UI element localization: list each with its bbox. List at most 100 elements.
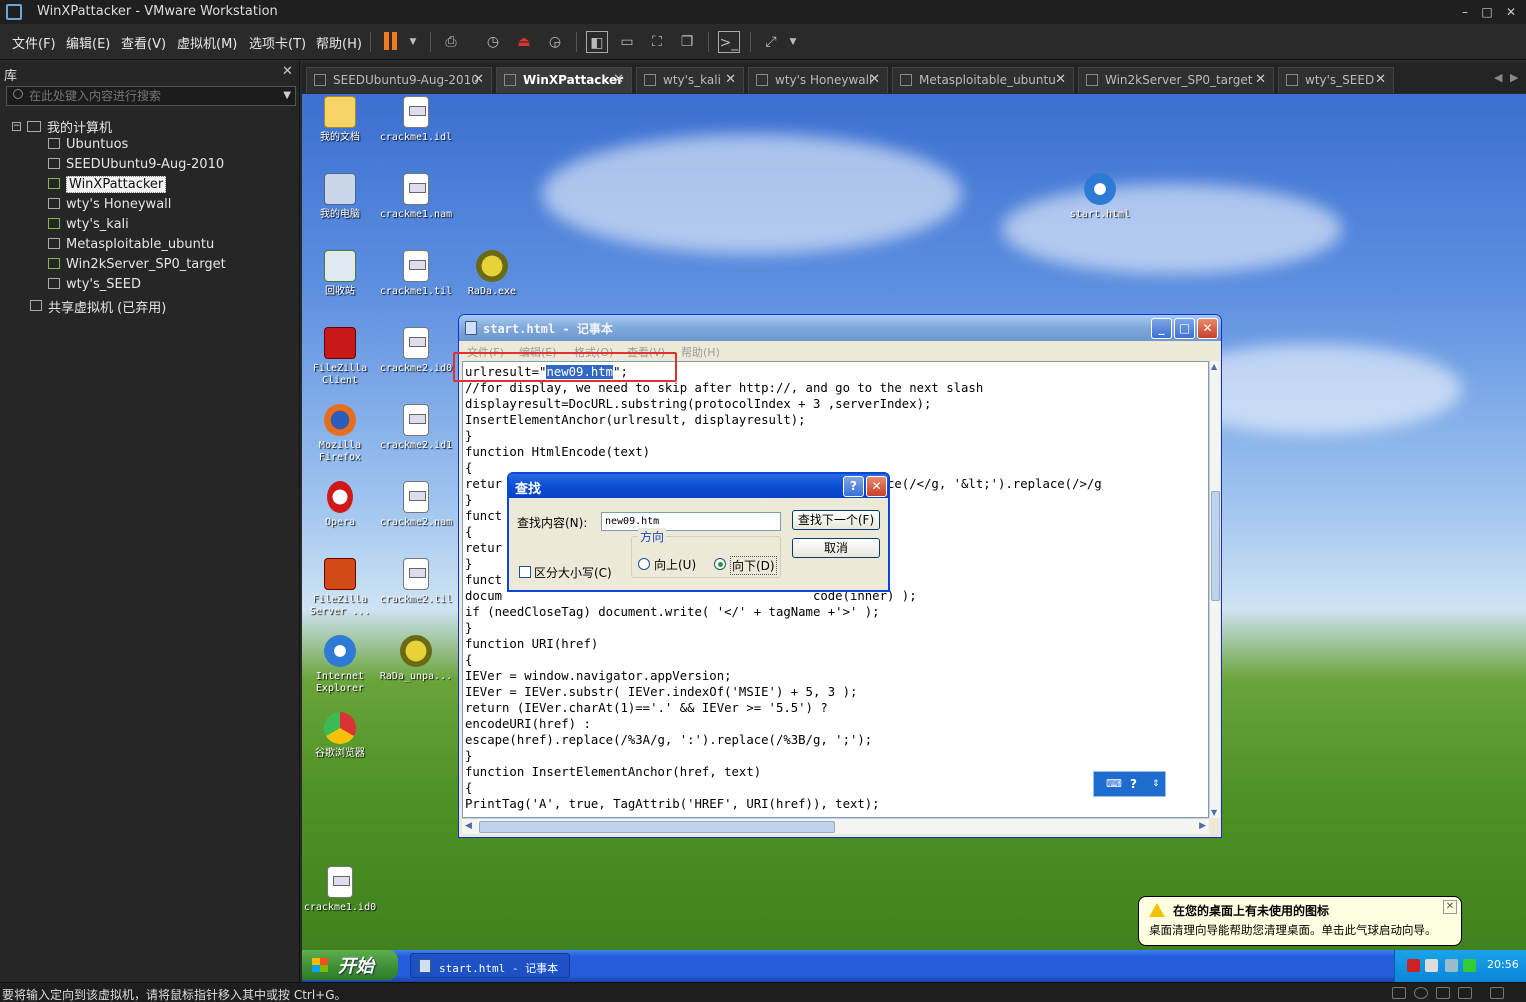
- tab-close-icon[interactable]: ✕: [869, 72, 880, 87]
- tab-close-icon[interactable]: ✕: [725, 72, 736, 87]
- cancel-button[interactable]: 取消: [792, 538, 880, 558]
- direction-up-radio[interactable]: [638, 558, 650, 570]
- menu-tabs[interactable]: 选项卡(T): [249, 33, 306, 52]
- tab-close-icon[interactable]: ✕: [1255, 72, 1266, 87]
- tab-honeywall[interactable]: wty's Honeywall ✕: [748, 67, 888, 93]
- match-case-checkbox[interactable]: [519, 566, 531, 578]
- scroll-right-icon[interactable]: ▶: [1199, 821, 1206, 831]
- taskbar-item-notepad[interactable]: start.html - 记事本: [410, 953, 570, 978]
- desktop-icon-rada-exe[interactable]: RaDa.exe: [452, 250, 532, 298]
- tab-winxpattacker[interactable]: WinXPattacker ✕: [496, 67, 632, 93]
- close-icon[interactable]: ✕: [866, 476, 887, 497]
- tree-vm-seed[interactable]: wty's_SEED: [48, 277, 141, 297]
- network-icon[interactable]: [1425, 959, 1438, 972]
- desktop-icon-firefox[interactable]: Mozilla Firefox: [302, 404, 380, 464]
- cd-rom-icon[interactable]: [1414, 987, 1428, 999]
- minimize-icon[interactable]: _: [1151, 318, 1172, 339]
- desktop-icon-crackme1-til[interactable]: crackme1.til: [376, 250, 456, 298]
- tree-vm-win2kserver[interactable]: Win2kServer_SP0_target: [48, 257, 226, 277]
- desktop-icon-crackme2-nam[interactable]: crackme2.nam: [376, 481, 456, 529]
- minimize-icon[interactable]: –: [1456, 3, 1474, 21]
- desktop-icon-opera[interactable]: Opera: [302, 481, 380, 529]
- unity-icon[interactable]: ❐: [676, 31, 698, 53]
- tab-seed[interactable]: wty's_SEED ✕: [1278, 67, 1394, 93]
- security-alert-icon[interactable]: [1407, 959, 1420, 972]
- desktop-icon-recycle-bin[interactable]: 回收站: [302, 250, 380, 298]
- library-search[interactable]: ▼: [6, 86, 296, 106]
- tab-close-icon[interactable]: ✕: [1055, 72, 1066, 87]
- pause-icon[interactable]: [384, 32, 400, 52]
- find-input[interactable]: [601, 512, 781, 531]
- tree-shared-vms[interactable]: 共享虚拟机 (已弃用): [30, 297, 166, 317]
- find-dialog[interactable]: 查找 ? ✕ 查找内容(N): 查找下一个(F) 取消 区分大小写(C) 方向 …: [507, 472, 890, 592]
- balloon-close-icon[interactable]: ✕: [1443, 900, 1457, 914]
- close-icon[interactable]: ✕: [1502, 3, 1520, 21]
- collapse-icon[interactable]: −: [12, 122, 21, 131]
- menu-vm[interactable]: 虚拟机(M): [177, 33, 237, 52]
- find-next-button[interactable]: 查找下一个(F): [792, 510, 880, 530]
- notepad-vertical-scrollbar[interactable]: ▲ ▼: [1209, 361, 1220, 818]
- tab-win2kserver[interactable]: Win2kServer_SP0_target ✕: [1078, 67, 1274, 93]
- tree-vm-kali[interactable]: wty's_kali: [48, 217, 129, 237]
- desktop-icon-filezilla-client[interactable]: FileZilla Client: [302, 327, 380, 387]
- library-close-icon[interactable]: ✕: [282, 64, 293, 79]
- desktop-icon-crackme2-id0[interactable]: crackme2.id0: [376, 327, 456, 375]
- tree-vm-seedubuntu[interactable]: SEEDUbuntu9-Aug-2010: [48, 157, 224, 177]
- tab-close-icon[interactable]: ✕: [1375, 72, 1386, 87]
- library-search-input[interactable]: [29, 88, 279, 104]
- desktop-icon-start-html[interactable]: start.html: [1060, 173, 1140, 221]
- send-ctrl-alt-del-icon[interactable]: ⎙: [440, 31, 462, 53]
- tab-metasploitable[interactable]: Metasploitable_ubuntu ✕: [892, 67, 1074, 93]
- console-view-icon[interactable]: >_: [718, 31, 740, 53]
- scroll-down-icon[interactable]: ▼: [1211, 808, 1217, 817]
- desktop-icon-my-computer[interactable]: 我的电脑: [302, 173, 380, 221]
- notification-balloon[interactable]: 在您的桌面上有未使用的图标 桌面清理向导能帮助您清理桌面。单击此气球启动向导。 …: [1138, 896, 1462, 946]
- floppy-icon[interactable]: [1436, 987, 1450, 999]
- menu-file[interactable]: 文件(F): [12, 33, 56, 52]
- help-icon[interactable]: ?: [1130, 777, 1137, 791]
- keyboard-icon[interactable]: ⌨: [1106, 777, 1122, 790]
- desktop-icon-crackme2-til[interactable]: crackme2.til: [376, 558, 456, 606]
- maximize-icon[interactable]: □: [1478, 3, 1496, 21]
- menu-help[interactable]: 帮助(H): [316, 33, 362, 52]
- find-dialog-titlebar[interactable]: 查找 ? ✕: [509, 474, 888, 498]
- stretch-guest-icon[interactable]: ⤢: [760, 31, 782, 53]
- desktop-icon-internet-explorer[interactable]: Internet Explorer: [302, 635, 380, 695]
- maximize-icon[interactable]: □: [1174, 318, 1195, 339]
- full-screen-icon[interactable]: ⛶: [646, 31, 668, 53]
- tab-seedubuntu[interactable]: SEEDUbuntu9-Aug-2010 ✕: [306, 67, 492, 93]
- pause-dropdown-icon[interactable]: ▼: [402, 31, 424, 53]
- search-dropdown-icon[interactable]: ▼: [283, 90, 291, 101]
- show-library-icon[interactable]: ◧: [586, 31, 608, 53]
- desktop-icon-crackme1-id0[interactable]: crackme1.id0: [302, 866, 380, 914]
- tabs-scroll-left-icon[interactable]: ◀: [1494, 71, 1502, 84]
- scroll-thumb[interactable]: [479, 821, 835, 833]
- message-log-icon[interactable]: [1490, 987, 1504, 999]
- update-icon[interactable]: [1463, 959, 1476, 972]
- tabs-scroll-right-icon[interactable]: ▶: [1510, 71, 1518, 84]
- tree-vm-honeywall[interactable]: wty's Honeywall: [48, 197, 171, 217]
- desktop-icon-crackme2-id1[interactable]: crackme2.id1: [376, 404, 456, 452]
- notepad-horizontal-scrollbar[interactable]: ◀ ▶: [462, 818, 1209, 834]
- snapshot-icon[interactable]: ◷: [482, 31, 504, 53]
- desktop-icon-my-documents[interactable]: 我的文档: [302, 96, 380, 144]
- tab-close-icon[interactable]: ✕: [613, 72, 624, 87]
- desktop-icon-crackme1-nam[interactable]: crackme1.nam: [376, 173, 456, 221]
- tab-close-icon[interactable]: ✕: [473, 72, 484, 87]
- tab-kali[interactable]: wty's_kali ✕: [636, 67, 744, 93]
- direction-down-radio[interactable]: [714, 558, 726, 570]
- language-bar[interactable]: ⌨ ? ⇕: [1093, 771, 1166, 797]
- snapshot-manager-icon[interactable]: ◶: [544, 31, 566, 53]
- tree-vm-ubuntuos[interactable]: Ubuntuos: [48, 137, 128, 157]
- desktop-icon-filezilla-server[interactable]: FileZilla Server ...: [302, 558, 380, 618]
- menu-view[interactable]: 查看(V): [121, 33, 166, 52]
- start-button[interactable]: 开始: [302, 950, 398, 980]
- stretch-dropdown-icon[interactable]: ▼: [782, 31, 804, 53]
- notepad-menu-help[interactable]: 帮助(H): [681, 344, 720, 360]
- language-bar-options-icon[interactable]: ⇕: [1152, 779, 1160, 789]
- desktop-icon-crackme1-idl[interactable]: crackme1.idl: [376, 96, 456, 144]
- scroll-left-icon[interactable]: ◀: [465, 821, 472, 831]
- close-icon[interactable]: ✕: [1197, 318, 1218, 339]
- revert-snapshot-icon[interactable]: ⏏: [513, 31, 535, 53]
- tree-vm-winxpattacker[interactable]: WinXPattacker: [48, 176, 167, 197]
